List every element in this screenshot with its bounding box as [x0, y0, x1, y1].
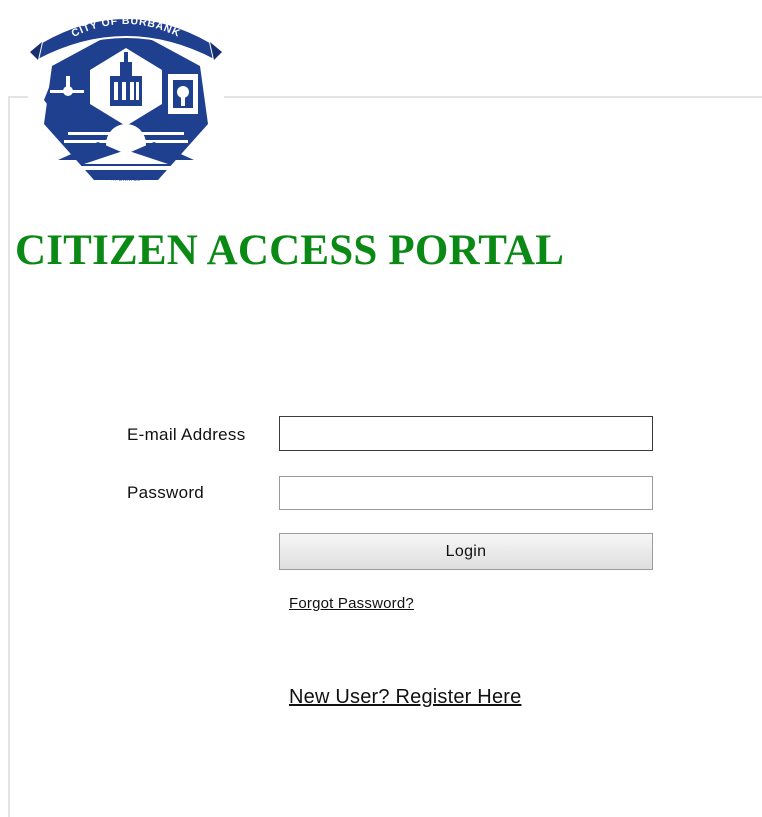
card-border-left	[8, 96, 10, 817]
forgot-password-link[interactable]: Forgot Password?	[289, 595, 414, 612]
password-field[interactable]	[279, 476, 653, 510]
password-label: Password	[127, 483, 205, 502]
email-field[interactable]	[279, 416, 653, 451]
page-title: CITIZEN ACCESS PORTAL	[15, 227, 565, 274]
email-label: E-mail Address	[127, 425, 246, 444]
city-seal-logo: CITY OF BURBANK INCORPORATED 1911	[28, 4, 224, 188]
login-page: CITY OF BURBANK INCORPORATED 1911 CITIZE…	[0, 0, 762, 817]
login-button[interactable]: Login	[279, 533, 653, 570]
register-link[interactable]: New User? Register Here	[289, 686, 521, 709]
